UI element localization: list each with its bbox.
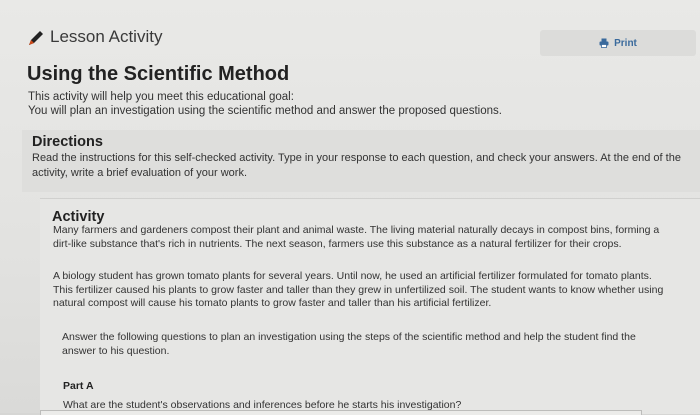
print-label: Print [614, 37, 637, 49]
lesson-page: Lesson Activity Print Using the Scientif… [0, 0, 700, 415]
printer-icon [599, 38, 609, 48]
print-button[interactable]: Print [540, 30, 696, 56]
activity-paragraph-2: A biology student has grown tomato plant… [53, 270, 664, 309]
activity-paragraph-3: Answer the following questions to plan a… [62, 331, 636, 357]
activity-paragraph-1: Many farmers and gardeners compost their… [53, 224, 660, 250]
part-a-label: Part A [63, 380, 94, 392]
lesson-header: Lesson Activity Print [0, 22, 700, 56]
directions-text: Read the instructions for this self-chec… [32, 152, 681, 179]
lesson-activity-title: Lesson Activity [50, 27, 163, 46]
activity-section: Activity Many farmers and gardeners comp… [40, 198, 700, 415]
goal-statement: You will plan an investigation using the… [28, 105, 502, 117]
goal-intro: This activity will help you meet this ed… [28, 91, 294, 103]
page-title: Using the Scientific Method [27, 63, 290, 85]
activity-heading: Activity [52, 209, 105, 225]
directions-heading: Directions [32, 134, 103, 150]
directions-section: Directions Read the instructions for thi… [22, 130, 700, 192]
pencil-icon [29, 31, 43, 45]
